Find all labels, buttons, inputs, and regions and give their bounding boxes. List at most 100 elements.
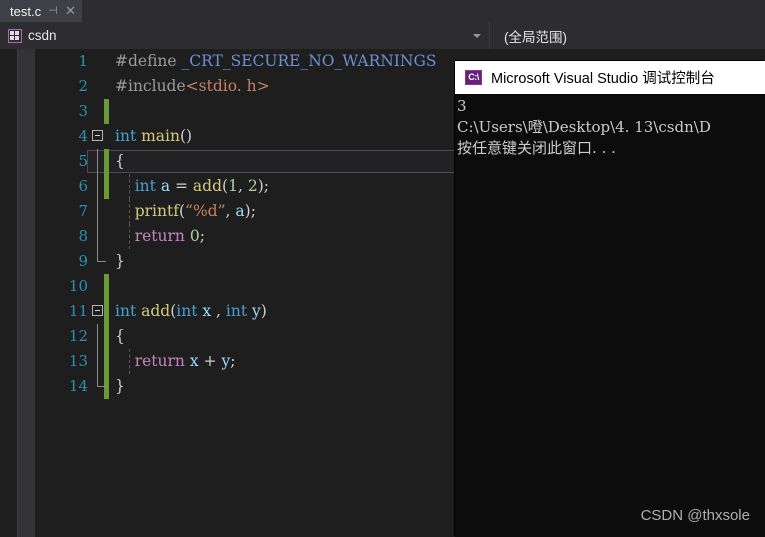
navigation-bar: csdn (全局范围) xyxy=(0,22,765,50)
code-token: <stdio. h> xyxy=(185,77,270,95)
tab-test-c[interactable]: test.c ⊣ ✕ xyxy=(0,0,82,22)
code-token: () xyxy=(180,127,193,145)
code-token: main xyxy=(141,127,180,145)
console-output-line: C:\Users\噔\Desktop\4. 13\csdn\D xyxy=(457,118,711,136)
line-number: 5 xyxy=(78,152,88,170)
collapse-outline-icon[interactable] xyxy=(92,305,103,316)
watermark-label: CSDN @thxsole xyxy=(640,507,750,524)
debug-console-window[interactable]: C:\ Microsoft Visual Studio 调试控制台 3 C:\Us… xyxy=(455,61,765,537)
code-token: ; xyxy=(230,352,236,370)
change-indicator-bar xyxy=(104,324,109,349)
code-token: = xyxy=(170,177,193,195)
code-token: _CRT_SECURE_NO_WARNINGS xyxy=(181,52,437,70)
block-bracket-line xyxy=(97,224,98,249)
tab-label: test.c xyxy=(10,3,42,19)
code-token: ); xyxy=(244,202,256,220)
code-text[interactable]: printf(“%d”, a); xyxy=(115,199,256,224)
code-token: , xyxy=(211,302,226,320)
change-indicator-bar xyxy=(104,149,109,174)
code-token: a xyxy=(235,202,245,220)
editor-outer-margin xyxy=(0,49,17,537)
breakpoint-margin[interactable] xyxy=(17,49,36,537)
collapse-outline-icon[interactable] xyxy=(92,130,103,141)
code-token: ) xyxy=(260,302,267,320)
scope-dropdown[interactable]: (全局范围) xyxy=(490,22,765,49)
tab-strip: test.c ⊣ ✕ xyxy=(0,0,765,22)
project-icon xyxy=(8,28,22,43)
code-text[interactable]: { xyxy=(115,324,125,349)
code-text[interactable]: } xyxy=(115,374,125,399)
block-bracket-line xyxy=(97,199,98,224)
code-token: y xyxy=(252,302,261,320)
line-number: 6 xyxy=(78,177,88,195)
code-token: int xyxy=(134,177,161,195)
line-number: 9 xyxy=(78,252,88,270)
line-number: 7 xyxy=(78,202,88,220)
chevron-down-icon[interactable] xyxy=(473,33,481,38)
code-text[interactable]: } xyxy=(115,249,125,274)
code-token: int xyxy=(225,302,253,320)
line-number: 3 xyxy=(78,102,88,120)
code-token: “%d” xyxy=(185,202,226,220)
console-app-icon: C:\ xyxy=(465,70,482,85)
pin-icon[interactable]: ⊣ xyxy=(47,5,59,17)
block-bracket-line xyxy=(97,149,98,174)
line-number: 11 xyxy=(68,302,88,320)
change-indicator-bar xyxy=(104,99,109,124)
scope-label: (全局范围) xyxy=(504,29,567,45)
code-token: } xyxy=(115,377,125,395)
console-icon-glyph: C:\ xyxy=(468,72,479,82)
code-token: { xyxy=(115,327,125,345)
block-bracket-foot xyxy=(97,261,106,262)
code-text[interactable]: { xyxy=(115,149,125,174)
change-indicator-bar xyxy=(104,174,109,199)
code-text[interactable]: int add(int x , int y) xyxy=(115,299,267,324)
code-token: add xyxy=(141,302,171,320)
code-token: ); xyxy=(257,177,269,195)
code-token: add xyxy=(192,177,223,195)
change-indicator-bar xyxy=(104,299,109,324)
block-bracket-line xyxy=(97,324,98,349)
change-indicator-bar xyxy=(104,274,109,299)
project-dropdown[interactable]: csdn xyxy=(0,22,490,49)
code-token: , xyxy=(237,177,248,195)
console-output: 3 C:\Users\噔\Desktop\4. 13\csdn\D 按任意键关闭此窗… xyxy=(455,94,765,537)
code-token: return xyxy=(134,227,190,245)
console-output-line: 3 xyxy=(457,97,467,115)
current-line-highlight xyxy=(87,150,465,173)
code-token: } xyxy=(115,252,125,270)
tab-strip-empty-area xyxy=(81,0,765,22)
code-text[interactable]: return 0; xyxy=(115,224,205,249)
code-token: #include xyxy=(115,77,186,95)
code-token: int xyxy=(176,302,203,320)
block-bracket-line xyxy=(97,349,98,374)
code-token: int xyxy=(115,302,142,320)
code-text[interactable]: int main() xyxy=(115,124,192,149)
code-token: ; xyxy=(199,227,205,245)
code-token: x xyxy=(189,352,199,370)
code-token: #define xyxy=(115,52,182,70)
code-token: + xyxy=(198,352,222,370)
code-token: return xyxy=(134,352,190,370)
code-token: int xyxy=(115,127,142,145)
console-output-line: 按任意键关闭此窗口. . . xyxy=(457,139,616,157)
line-number: 2 xyxy=(78,77,88,95)
line-number: 14 xyxy=(68,377,88,395)
line-number: 8 xyxy=(78,227,88,245)
code-token: 2 xyxy=(247,177,258,195)
code-text[interactable]: return x + y; xyxy=(115,349,236,374)
code-text[interactable]: #include<stdio. h> xyxy=(115,74,270,99)
code-text[interactable]: int a = add(1, 2); xyxy=(115,174,269,199)
code-token: x xyxy=(202,302,212,320)
code-token: 0 xyxy=(189,227,200,245)
block-bracket-foot xyxy=(97,386,106,387)
console-titlebar[interactable]: C:\ Microsoft Visual Studio 调试控制台 xyxy=(455,61,765,94)
line-number: 10 xyxy=(68,277,88,295)
code-token: printf xyxy=(134,202,179,220)
code-text[interactable]: #define _CRT_SECURE_NO_WARNINGS xyxy=(115,49,437,74)
close-icon[interactable]: ✕ xyxy=(65,3,76,19)
line-number: 12 xyxy=(68,327,88,345)
